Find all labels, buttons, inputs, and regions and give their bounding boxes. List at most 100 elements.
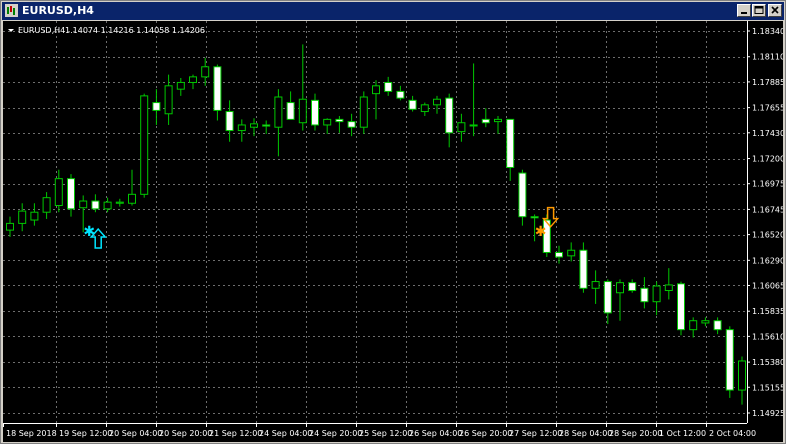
bull-candle-body xyxy=(701,320,710,324)
bull-candle-body xyxy=(115,201,124,204)
price-tick-label: 1.18340 xyxy=(752,27,783,36)
price-tick-label: 1.17200 xyxy=(752,155,783,164)
price-tick-label: 1.15380 xyxy=(752,358,783,367)
chart-info: EURUSD,H4 1.14074 1.14216 1.14058 1.1420… xyxy=(8,26,205,35)
bull-candle-body xyxy=(176,81,185,90)
bear-candle-body xyxy=(530,216,539,219)
bear-candle-body xyxy=(677,283,685,331)
time-axis: 18 Sep 2018 19 Sep 12:0020 Sep 04:0020 Se… xyxy=(3,423,756,438)
time-tick-label: 18 Sep 2018 xyxy=(6,429,57,438)
price-tick-label: 1.16975 xyxy=(752,180,783,189)
bull-candle-body xyxy=(359,96,368,128)
bull-candle-body xyxy=(372,85,380,95)
bull-candle-body xyxy=(140,95,149,195)
maximize-button[interactable] xyxy=(752,4,766,17)
chart-window: EURUSD,H4 ✱ ✱ 1.18340 1.18110 1.17885 1.1765… xyxy=(0,0,786,444)
time-tick-label: 1 Oct 12:00 xyxy=(659,429,706,438)
bull-candle-body xyxy=(164,85,173,115)
bear-candle-body xyxy=(506,118,515,168)
time-tick-label: 20 Sep 04:00 xyxy=(109,429,162,438)
bull-candle-body xyxy=(469,124,478,127)
bear-candle-body xyxy=(603,281,612,314)
buy-star-icon: ✱ xyxy=(83,224,95,240)
chart-symbol-label: EURUSD,H4 xyxy=(18,26,65,35)
chart-ohlc-values: 1.14074 1.14216 1.14058 1.14206 xyxy=(65,26,205,35)
candles xyxy=(6,44,746,405)
bear-candle-body xyxy=(396,90,405,99)
bull-candle-body xyxy=(103,201,112,210)
bear-candle-body xyxy=(640,287,649,303)
bull-candle-body xyxy=(457,122,466,133)
maximize-icon xyxy=(754,6,764,14)
time-tick-label: 27 Sep 12:00 xyxy=(509,429,562,438)
bear-candle-body xyxy=(213,66,222,111)
bear-candle-body xyxy=(225,111,234,132)
signal-markers: ✱ ✱ xyxy=(83,206,560,249)
bull-candle-body xyxy=(567,249,576,257)
bull-candle-body xyxy=(323,118,332,126)
bull-candle-body xyxy=(250,123,258,128)
price-tick-label: 1.15610 xyxy=(752,332,783,341)
bull-candle-body xyxy=(42,197,51,213)
bull-candle-body xyxy=(18,210,27,224)
sell-star-icon: ✱ xyxy=(535,224,547,240)
price-tick-label: 1.14925 xyxy=(752,409,783,418)
time-tick-label: 2 Oct 04:00 xyxy=(709,429,756,438)
price-tick-label: 1.17885 xyxy=(752,78,783,87)
chart-window-icon xyxy=(5,4,18,17)
time-tick-label: 24 Sep 04:00 xyxy=(259,429,312,438)
title-bar[interactable]: EURUSD,H4 xyxy=(2,2,784,20)
bull-candle-body xyxy=(494,118,502,123)
bull-candle-body xyxy=(738,360,746,391)
price-tick-label: 1.15155 xyxy=(752,383,783,392)
price-tick-label: 1.16745 xyxy=(752,205,783,214)
time-tick-label: 21 Sep 12:00 xyxy=(209,429,262,438)
bear-candle-body xyxy=(67,178,75,210)
bear-candle-body xyxy=(262,124,271,127)
price-tick-label: 1.16065 xyxy=(752,281,783,290)
candlestick-chart[interactable]: ✱ ✱ 1.183401.181101.178851.176551.174301.… xyxy=(3,21,783,442)
bear-candle-body xyxy=(347,121,356,128)
bull-candle-body xyxy=(420,104,429,113)
price-tick-label: 1.16290 xyxy=(752,256,783,265)
price-chart[interactable]: ✱ ✱ 1.18340 1.18110 1.17885 1.17655 1.17430 1.… xyxy=(3,21,783,442)
price-tick-label: 1.16520 xyxy=(752,231,783,240)
bear-candle-body xyxy=(481,118,490,124)
bear-candle-body xyxy=(725,329,734,391)
bear-candle-body xyxy=(311,99,319,126)
bull-candle-body xyxy=(616,282,624,294)
window-title: EURUSD,H4 xyxy=(22,4,94,17)
bear-candle-body xyxy=(579,249,588,289)
time-tick-label: 19 Sep 12:00 xyxy=(59,429,112,438)
bull-candle-body xyxy=(79,200,88,209)
bear-candle-body xyxy=(152,102,161,111)
price-tick-label: 1.15835 xyxy=(752,307,783,316)
time-tick-label: 26 Sep 20:00 xyxy=(459,429,512,438)
bull-candle-body xyxy=(30,211,39,221)
price-axis: 1.18340 1.18110 1.17885 1.17655 1.17430 1.172… xyxy=(747,21,783,442)
bear-candle-body xyxy=(555,251,563,258)
bull-candle-body xyxy=(201,66,210,78)
time-tick-label: 25 Sep 12:00 xyxy=(359,429,412,438)
bull-candle-body xyxy=(128,193,136,204)
bull-candle-body xyxy=(433,98,441,106)
bear-candle-body xyxy=(518,172,527,218)
time-tick-label: 26 Sep 04:00 xyxy=(409,429,462,438)
bull-candle-body xyxy=(664,284,673,292)
minimize-button[interactable] xyxy=(737,4,751,17)
price-tick-label: 1.18110 xyxy=(752,53,783,62)
bear-candle-body xyxy=(286,102,295,120)
time-tick-label: 20 Sep 20:00 xyxy=(159,429,212,438)
bull-candle-body xyxy=(6,222,14,231)
time-tick-label: 28 Sep 04:00 xyxy=(559,429,612,438)
time-tick-label: 24 Sep 20:00 xyxy=(309,429,362,438)
price-tick-label: 1.17655 xyxy=(752,104,783,113)
price-tick-label: 1.17430 xyxy=(752,129,783,138)
bull-candle-body xyxy=(689,320,698,331)
bear-candle-body xyxy=(335,118,344,123)
bear-candle-body xyxy=(713,320,722,331)
minimize-icon xyxy=(741,12,747,14)
grid xyxy=(3,21,747,423)
close-button[interactable] xyxy=(768,4,782,17)
bear-candle-body xyxy=(628,282,637,292)
